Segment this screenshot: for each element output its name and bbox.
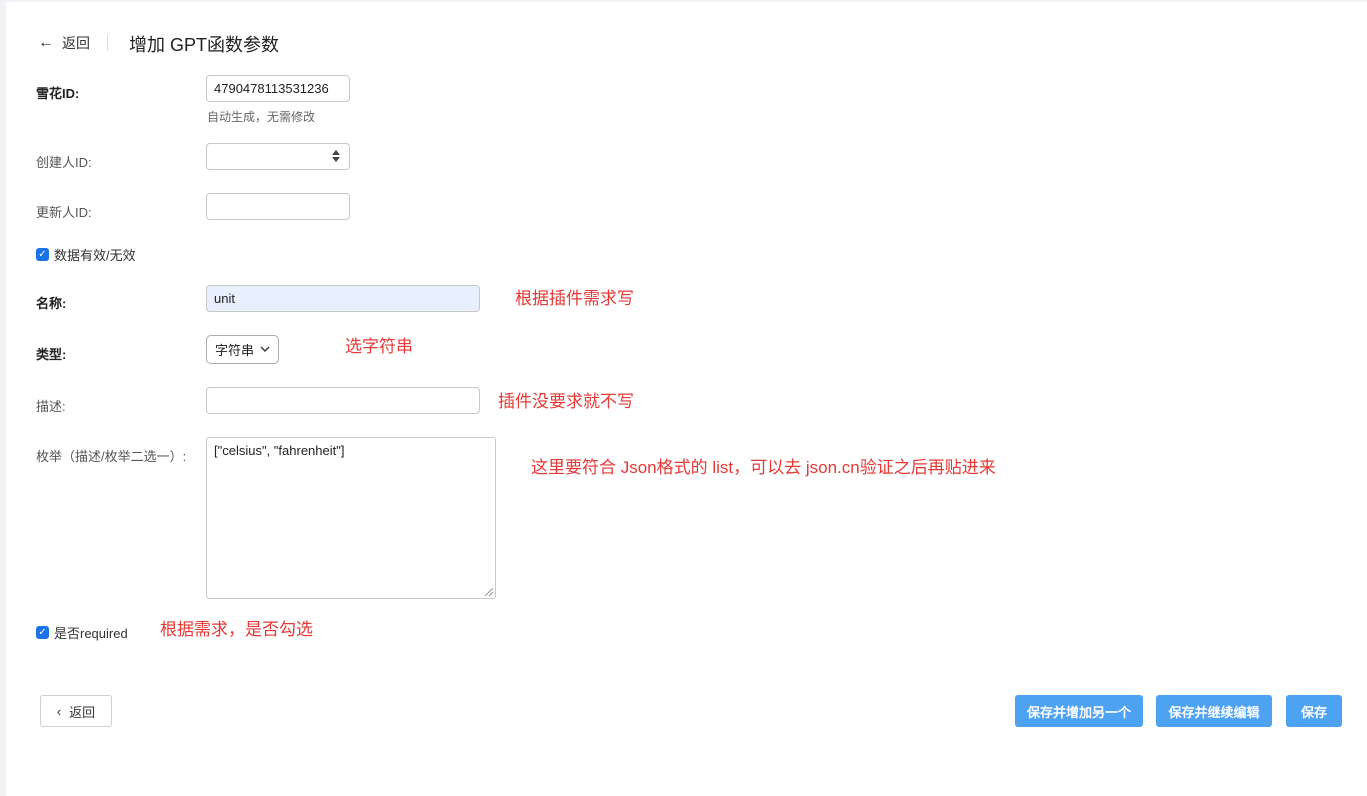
updater-id-label: 更新人ID:: [36, 205, 92, 220]
valid-checkbox-row: ✓ 数据有效/无效: [36, 245, 136, 264]
page-title: 增加 GPT函数参数: [129, 35, 280, 55]
type-select[interactable]: 字符串: [206, 335, 279, 364]
header-divider: [107, 35, 108, 51]
type-label: 类型:: [36, 347, 67, 362]
creator-id-input[interactable]: [206, 143, 350, 170]
save-and-add-another-button[interactable]: 保存并增加另一个: [1015, 695, 1143, 727]
name-annotation: 根据插件需求写: [515, 289, 634, 308]
updater-id-input[interactable]: [206, 193, 350, 220]
creator-id-label: 创建人ID:: [36, 155, 92, 170]
valid-checkbox[interactable]: ✓: [36, 248, 49, 261]
enum-value: ["celsius", "fahrenheit"]: [214, 443, 345, 458]
form-page: ← 返回 增加 GPT函数参数 雪花ID: 4790478113531236 自…: [6, 2, 1367, 796]
required-annotation: 根据需求，是否勾选: [160, 620, 313, 639]
snowflake-id-help: 自动生成，无需修改: [207, 110, 316, 124]
chevron-down-icon: [260, 346, 270, 352]
name-label: 名称:: [36, 296, 67, 311]
enum-label: 枚举（描述/枚举二选一）:: [36, 449, 187, 464]
name-value: unit: [214, 291, 235, 306]
name-input[interactable]: unit: [206, 285, 480, 312]
type-annotation: 选字符串: [345, 337, 413, 356]
description-input[interactable]: [206, 387, 480, 414]
resize-handle-icon[interactable]: [485, 588, 493, 596]
snowflake-id-label: 雪花ID:: [36, 86, 80, 101]
enum-textarea[interactable]: ["celsius", "fahrenheit"]: [206, 437, 496, 599]
save-and-continue-button[interactable]: 保存并继续编辑: [1156, 695, 1272, 727]
required-checkbox-label: 是否required: [54, 626, 128, 641]
header-back-link[interactable]: ← 返回: [38, 32, 90, 54]
required-checkbox[interactable]: ✓: [36, 626, 49, 639]
required-checkbox-row: ✓ 是否required: [36, 623, 128, 642]
description-label: 描述:: [36, 399, 66, 414]
enum-annotation: 这里要符合 Json格式的 list，可以去 json.cn验证之后再贴进来: [531, 458, 996, 477]
snowflake-id-value: 4790478113531236: [214, 81, 329, 96]
footer-back-button[interactable]: ‹ 返回: [40, 695, 112, 727]
type-selected-value: 字符串: [215, 343, 255, 358]
number-spinner-icon[interactable]: [332, 150, 340, 162]
header-back-label: 返回: [62, 35, 90, 51]
arrow-left-icon: ←: [38, 34, 54, 51]
footer-back-label: 返回: [69, 704, 96, 720]
description-annotation: 插件没要求就不写: [498, 392, 634, 411]
save-button[interactable]: 保存: [1286, 695, 1342, 727]
chevron-left-icon: ‹: [56, 703, 62, 719]
snowflake-id-input[interactable]: 4790478113531236: [206, 75, 350, 102]
valid-checkbox-label: 数据有效/无效: [54, 248, 136, 263]
